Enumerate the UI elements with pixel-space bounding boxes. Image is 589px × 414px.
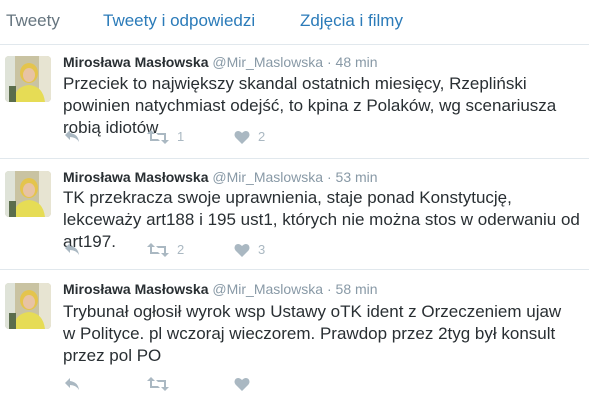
tweet-header: Mirosława Masłowska @Mir_Maslowska · 48 …	[63, 53, 378, 71]
retweet-icon	[147, 242, 169, 257]
heart-icon	[234, 130, 250, 144]
tweet[interactable]: Mirosława Masłowska @Mir_Maslowska · 58 …	[0, 270, 589, 414]
reply-icon	[65, 130, 79, 142]
tweet[interactable]: Mirosława Masłowska @Mir_Maslowska · 48 …	[0, 45, 589, 159]
like-button[interactable]: 3	[234, 242, 265, 257]
like-button[interactable]: 2	[234, 129, 265, 144]
retweet-button[interactable]	[147, 377, 177, 391]
tab-tweets[interactable]: Tweety	[6, 11, 60, 31]
timestamp[interactable]: 58 min	[336, 281, 378, 297]
author-handle[interactable]: @Mir_Maslowska	[212, 54, 323, 70]
author-handle[interactable]: @Mir_Maslowska	[212, 281, 323, 297]
tweet-text: Przeciek to największy skandal ostatnich…	[63, 74, 557, 137]
reply-button[interactable]	[64, 377, 80, 391]
retweet-button[interactable]: 2	[147, 242, 184, 257]
reply-icon	[65, 378, 79, 390]
tweet-text: Trybunał ogłosił wyrok wsp Ustawy oTK id…	[63, 302, 562, 365]
tweet-header: Mirosława Masłowska @Mir_Maslowska · 53 …	[63, 168, 378, 186]
separator-dot: ·	[326, 54, 332, 70]
tweet-header: Mirosława Masłowska @Mir_Maslowska · 58 …	[63, 280, 378, 298]
heart-icon	[234, 243, 250, 257]
tweet-text: TK przekracza swoje uprawnienia, staje p…	[63, 188, 580, 251]
reply-button[interactable]	[64, 129, 80, 143]
author-name[interactable]: Mirosława Masłowska	[63, 281, 209, 297]
author-name[interactable]: Mirosława Masłowska	[63, 54, 209, 70]
heart-icon	[234, 377, 250, 391]
reply-button[interactable]	[64, 242, 80, 256]
retweet-count: 2	[177, 242, 185, 257]
tab-photos-and-videos[interactable]: Zdjęcia i filmy	[300, 11, 403, 31]
retweet-button[interactable]: 1	[147, 129, 184, 144]
avatar[interactable]	[5, 56, 51, 102]
author-name[interactable]: Mirosława Masłowska	[63, 169, 209, 185]
avatar[interactable]	[5, 283, 51, 329]
timestamp[interactable]: 53 min	[336, 169, 378, 185]
avatar[interactable]	[5, 171, 51, 217]
like-button[interactable]	[234, 377, 258, 391]
author-handle[interactable]: @Mir_Maslowska	[212, 169, 323, 185]
tab-tweets-and-replies[interactable]: Tweety i odpowiedzi	[103, 11, 255, 31]
retweet-icon	[147, 129, 169, 144]
retweet-icon	[147, 377, 169, 391]
separator-dot: ·	[326, 281, 332, 297]
timestamp[interactable]: 48 min	[336, 54, 378, 70]
retweet-count: 1	[177, 129, 185, 144]
like-count: 3	[258, 242, 266, 257]
tweet[interactable]: Mirosława Masłowska @Mir_Maslowska · 53 …	[0, 159, 589, 270]
like-count: 2	[258, 129, 266, 144]
profile-tabs: Tweety Tweety i odpowiedzi Zdjęcia i fil…	[0, 0, 589, 45]
separator-dot: ·	[326, 169, 332, 185]
reply-icon	[65, 243, 79, 255]
